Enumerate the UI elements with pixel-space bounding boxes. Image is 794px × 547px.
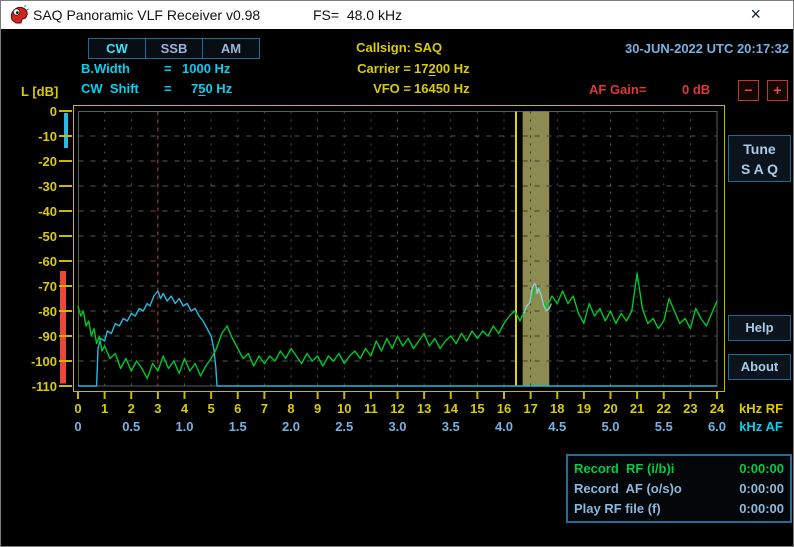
title-bar: SAQ Panoramic VLF Receiver v0.98 FS= 48.… [1, 1, 793, 29]
x-axis-af-tick-label: 6.0 [708, 419, 726, 434]
mode-button-ssb[interactable]: SSB [145, 38, 203, 59]
x-axis-rf-tick-label: 1 [101, 401, 108, 416]
x-axis-af-tick-label: 2.5 [335, 419, 353, 434]
cwshift-equals: = [164, 81, 172, 96]
mode-button-am[interactable]: AM [202, 38, 260, 59]
y-axis-tick-label: 0 [50, 104, 57, 119]
x-axis-af-tick-label: 2.0 [282, 419, 300, 434]
x-axis-rf-tick-label: 24 [710, 401, 725, 416]
carrier-value[interactable]: 17200 Hz [414, 61, 470, 76]
carrier-step-digit[interactable]: 2 [428, 61, 435, 76]
plot-outer-frame [74, 106, 725, 392]
x-axis-rf-tick-label: 12 [390, 401, 404, 416]
x-axis-af-unit: kHz AF [739, 419, 783, 434]
play-rf-time: 0:00:00 [739, 501, 784, 516]
cwshift-value[interactable]: 750 Hz [191, 81, 232, 96]
bwidth-value[interactable]: 1000 Hz [182, 61, 230, 76]
y-axis-tick-label: -40 [38, 204, 57, 219]
window-title: SAQ Panoramic VLF Receiver v0.98 [33, 7, 260, 23]
x-axis-rf-tick-label: 20 [603, 401, 617, 416]
record-rf-row[interactable]: Record RF (i/b)i 0:00:00 [574, 461, 784, 476]
datetime-display: 30-JUN-2022 UTC 20:17:32 [541, 41, 789, 56]
callsign-value[interactable]: SAQ [414, 40, 442, 55]
y-axis-tick-label: -110 [32, 379, 57, 394]
x-axis-rf-tick-label: 19 [577, 401, 591, 416]
x-axis-rf-tick-label: 22 [657, 401, 671, 416]
record-rf-time: 0:00:00 [739, 461, 784, 476]
vfo-value[interactable]: 16450 Hz [414, 81, 470, 96]
play-rf-row[interactable]: Play RF file (f) 0:00:00 [574, 501, 784, 516]
recorder-panel: Record RF (i/b)i 0:00:00 Record AF (o/s)… [566, 454, 792, 523]
x-axis-rf-tick-label: 21 [630, 401, 644, 416]
rf-level-meter [60, 271, 66, 384]
x-axis-af-tick-label: 4.0 [495, 419, 513, 434]
help-button[interactable]: Help [728, 315, 791, 341]
x-axis-rf-tick-label: 13 [417, 401, 431, 416]
x-axis-rf-tick-label: 3 [154, 401, 161, 416]
carrier-label: Carrier = [291, 61, 411, 76]
x-axis-af-tick-label: 4.5 [548, 419, 566, 434]
about-button[interactable]: About [728, 354, 791, 380]
x-axis-af-tick-label: 3.5 [442, 419, 460, 434]
x-axis-af-tick-label: 0 [74, 419, 81, 434]
x-axis-rf-tick-label: 6 [234, 401, 241, 416]
x-axis-rf-tick-label: 7 [261, 401, 268, 416]
mode-selector: CW SSB AM [89, 38, 260, 59]
x-axis-af-tick-label: 1.0 [175, 419, 193, 434]
x-axis-rf-tick-label: 8 [287, 401, 294, 416]
record-rf-label: Record RF (i/b)i [574, 461, 674, 476]
vfo-label: VFO = [291, 81, 411, 96]
record-af-row[interactable]: Record AF (o/s)o 0:00:00 [574, 481, 784, 496]
y-axis-tick-label: -60 [38, 254, 57, 269]
y-axis-tick-label: -50 [38, 229, 57, 244]
x-axis-rf-tick-label: 5 [208, 401, 215, 416]
tune-saq-button[interactable]: Tune S A Q [728, 135, 791, 182]
x-axis-af-tick-label: 0.5 [122, 419, 140, 434]
passband-band [523, 112, 550, 386]
play-rf-label: Play RF file (f) [574, 501, 661, 516]
y-axis-tick-label: -80 [38, 304, 57, 319]
af-gain-label: AF Gain= [589, 82, 646, 97]
bwidth-equals: = [164, 61, 172, 76]
close-icon[interactable]: × [750, 3, 761, 25]
af-gain-plus-button[interactable]: + [767, 80, 788, 101]
y-axis-tick-label: -10 [38, 129, 57, 144]
x-axis-af-tick-label: 3.0 [388, 419, 406, 434]
bwidth-label: B.Width [81, 61, 130, 76]
cwshift-label: CW Shift [81, 81, 139, 96]
x-axis-af-tick-label: 5.5 [655, 419, 673, 434]
x-axis-af-tick-label: 1.5 [229, 419, 247, 434]
x-axis-rf-tick-label: 11 [364, 401, 378, 416]
x-axis-rf-tick-label: 17 [523, 401, 537, 416]
level-axis-label: L [dB] [21, 84, 58, 99]
y-axis-tick-label: -30 [38, 179, 57, 194]
af-level-meter [64, 113, 68, 148]
sample-rate-label: FS= 48.0 kHz [313, 7, 402, 23]
x-axis-rf-tick-label: 18 [550, 401, 564, 416]
callsign-label: Callsign: [291, 40, 411, 55]
x-axis-rf-tick-label: 2 [128, 401, 135, 416]
app-icon [8, 4, 30, 26]
x-axis-rf-tick-label: 4 [181, 401, 189, 416]
x-axis-rf-tick-label: 16 [497, 401, 511, 416]
y-axis-tick-label: -100 [31, 354, 57, 369]
y-axis-tick-label: -20 [38, 154, 57, 169]
x-axis-rf-tick-label: 10 [337, 401, 351, 416]
x-axis-rf-tick-label: 0 [74, 401, 81, 416]
x-axis-rf-unit: kHz RF [739, 401, 783, 416]
x-axis-rf-tick-label: 9 [314, 401, 321, 416]
af-gain-minus-button[interactable]: − [738, 80, 759, 101]
y-axis-tick-label: -70 [38, 279, 57, 294]
app-window: SAQ Panoramic VLF Receiver v0.98 FS= 48.… [0, 0, 794, 547]
record-af-time: 0:00:00 [739, 481, 784, 496]
af-gain-value: 0 dB [682, 82, 710, 97]
x-axis-rf-tick-label: 14 [444, 401, 459, 416]
y-axis-tick-label: -90 [38, 329, 57, 344]
record-af-label: Record AF (o/s)o [574, 481, 682, 496]
x-axis-rf-tick-label: 23 [683, 401, 697, 416]
x-axis-rf-tick-label: 15 [470, 401, 484, 416]
x-axis-af-tick-label: 5.0 [601, 419, 619, 434]
mode-button-cw[interactable]: CW [88, 38, 146, 59]
